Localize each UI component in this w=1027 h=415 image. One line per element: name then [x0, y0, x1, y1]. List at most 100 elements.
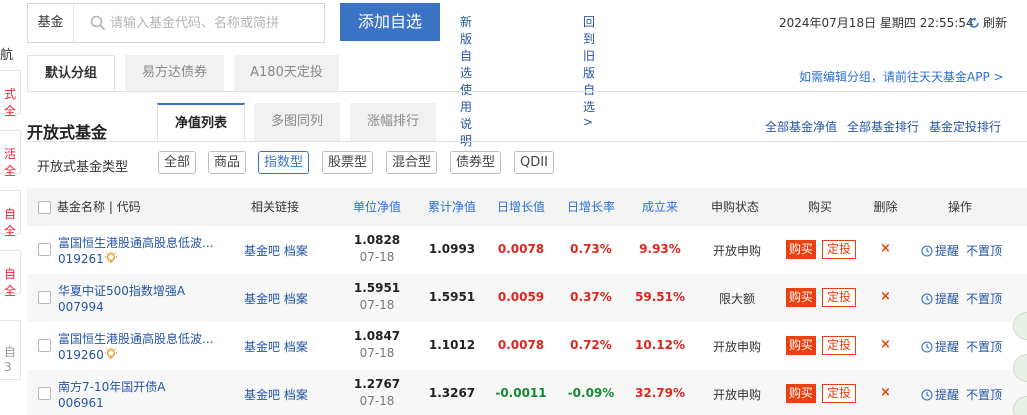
fixed-invest-button[interactable]: 定投 — [822, 288, 856, 307]
sidebar-tab-1[interactable]: 式全 — [0, 70, 21, 118]
remind-label: 提醒 — [935, 244, 960, 258]
col-daily-change[interactable]: 日增长值 — [486, 188, 556, 226]
unit-nav-value: 1.0828 — [353, 233, 401, 247]
fund-name-link[interactable]: 华夏中证500指数增强A — [58, 282, 185, 299]
col-links: 相关链接 — [250, 200, 299, 214]
fund-code[interactable]: 019260 — [58, 348, 104, 362]
row-checkbox[interactable] — [38, 243, 51, 256]
table-row: 富国恒生港股通高股息低波... 019260 基金吧 档案 1.0847 07-18 1.… — [27, 322, 1027, 370]
delete-icon[interactable]: × — [880, 289, 891, 304]
fund-name-link[interactable]: 富国恒生港股通高股息低波... — [58, 234, 213, 251]
remind-button[interactable]: 提醒 — [921, 338, 959, 355]
clock-icon — [921, 245, 933, 257]
nav-date: 07-18 — [359, 250, 395, 264]
unpin-button[interactable]: 不置顶 — [966, 242, 1002, 259]
purchase-status: 开放申购 — [712, 244, 761, 258]
row-checkbox[interactable] — [38, 291, 51, 304]
fund-name-link[interactable]: 南方7-10年国开债A — [58, 378, 165, 395]
purchase-status: 限大额 — [718, 292, 755, 306]
fund-related-links[interactable]: 基金吧 档案 — [244, 386, 308, 403]
sidebar-tab-2[interactable]: 活全 — [0, 130, 21, 178]
fixed-invest-rank-link[interactable]: 基金定投排行 — [929, 118, 1001, 135]
filter-chip-stock[interactable]: 股票型 — [322, 151, 374, 174]
filter-chip-index[interactable]: 指数型 — [258, 151, 310, 174]
col-acc-nav[interactable]: 累计净值 — [417, 188, 487, 226]
filter-chip-all[interactable]: 全部 — [158, 151, 197, 174]
col-daily-rate[interactable]: 日增长率 — [556, 188, 626, 226]
sidebar-tab-3[interactable]: 自全 — [0, 190, 21, 238]
col-status: 申购状态 — [710, 200, 759, 214]
unit-nav-value: 1.5951 — [353, 281, 401, 295]
group-tab-efund-bond[interactable]: 易方达债券 — [125, 55, 224, 91]
tab-nav-list[interactable]: 净值列表 — [157, 103, 245, 141]
filter-chip-bond[interactable]: 债券型 — [450, 151, 502, 174]
clock-icon — [921, 341, 933, 353]
acc-nav-value: 1.3267 — [428, 386, 476, 400]
row-checkbox[interactable] — [38, 339, 51, 352]
select-all-checkbox[interactable] — [38, 201, 51, 214]
unpin-button[interactable]: 不置顶 — [966, 338, 1002, 355]
fund-related-links[interactable]: 基金吧 档案 — [244, 290, 308, 307]
fund-name-link[interactable]: 富国恒生港股通高股息低波... — [58, 330, 213, 347]
old-version-link[interactable]: 回到旧版自选> — [583, 13, 595, 129]
add-watchlist-button[interactable]: 添加自选 — [340, 3, 440, 41]
buy-button[interactable]: 购买 — [786, 336, 816, 355]
unit-nav-cell: 1.0828 07-18 — [347, 226, 407, 264]
table-row: 富国恒生港股通高股息低波... 019261 基金吧 档案 1.0828 07-18 1.… — [27, 226, 1027, 274]
all-fund-nav-link[interactable]: 全部基金净值 — [765, 118, 837, 135]
sidebar-tab-5[interactable]: 自3 — [0, 320, 21, 380]
edit-group-link[interactable]: 如需编辑分组，请前往天天基金APP > — [799, 68, 1004, 85]
buy-button[interactable]: 购买 — [786, 240, 816, 259]
col-delete: 删除 — [873, 200, 898, 214]
refresh-button[interactable]: 刷新 — [968, 14, 1007, 31]
unpin-button[interactable]: 不置顶 — [966, 290, 1002, 307]
buy-button[interactable]: 购买 — [786, 288, 816, 307]
unpin-button[interactable]: 不置顶 — [966, 386, 1002, 403]
fund-code[interactable]: 006961 — [58, 396, 104, 410]
lightbulb-icon — [105, 347, 117, 359]
remind-button[interactable]: 提醒 — [921, 290, 959, 307]
all-fund-rank-link[interactable]: 全部基金排行 — [847, 118, 919, 135]
sidebar-tab-1-label: 式全 — [3, 87, 16, 118]
buy-button[interactable]: 购买 — [786, 384, 816, 403]
group-tab-a180[interactable]: A180天定投 — [234, 55, 339, 91]
acc-nav-value: 1.1012 — [428, 338, 476, 352]
fund-related-links[interactable]: 基金吧 档案 — [244, 242, 308, 259]
acc-nav-value: 1.0993 — [428, 242, 476, 256]
fixed-invest-button[interactable]: 定投 — [822, 336, 856, 355]
search-type-select[interactable]: 基金 — [28, 4, 74, 42]
purchase-status: 开放申购 — [712, 388, 761, 402]
fund-code[interactable]: 007994 — [58, 300, 104, 314]
filter-chip-commodity[interactable]: 商品 — [208, 151, 247, 174]
nav-date: 07-18 — [359, 346, 395, 360]
tab-multi-chart[interactable]: 多图同列 — [254, 103, 340, 141]
tab-gain-ranking[interactable]: 涨幅排行 — [350, 103, 436, 141]
search-box: 基金 — [27, 3, 325, 43]
lightbulb-icon — [105, 251, 117, 263]
datetime: 2024年07月18日 星期四 22:55:54 — [779, 16, 974, 30]
filter-chip-qdii[interactable]: QDII — [514, 151, 554, 174]
group-tab-default[interactable]: 默认分组 — [27, 55, 115, 91]
delete-icon[interactable]: × — [880, 385, 891, 400]
unit-nav-value: 1.0847 — [353, 329, 401, 343]
delete-icon[interactable]: × — [880, 337, 891, 352]
delete-icon[interactable]: × — [880, 241, 891, 256]
remind-button[interactable]: 提醒 — [921, 242, 959, 259]
fixed-invest-button[interactable]: 定投 — [822, 384, 856, 403]
fund-code[interactable]: 019261 — [58, 252, 104, 266]
row-checkbox[interactable] — [38, 387, 51, 400]
fixed-invest-button[interactable]: 定投 — [822, 240, 856, 259]
daily-rate-value: 0.72% — [570, 338, 612, 352]
purchase-status: 开放申购 — [712, 340, 761, 354]
col-unit-nav[interactable]: 单位净值 — [342, 188, 412, 226]
daily-change-value: 0.0078 — [497, 242, 545, 256]
col-actions: 操作 — [947, 200, 972, 214]
search-input[interactable] — [110, 13, 315, 33]
sidebar-tab-3-label: 自全 — [3, 207, 16, 238]
filter-chip-hybrid[interactable]: 混合型 — [386, 151, 438, 174]
fund-related-links[interactable]: 基金吧 档案 — [244, 338, 308, 355]
col-since-inception[interactable]: 成立来 — [625, 188, 695, 226]
remind-button[interactable]: 提醒 — [921, 386, 959, 403]
unit-nav-cell: 1.0847 07-18 — [347, 322, 407, 360]
sidebar-tab-4[interactable]: 自全 — [0, 250, 21, 298]
